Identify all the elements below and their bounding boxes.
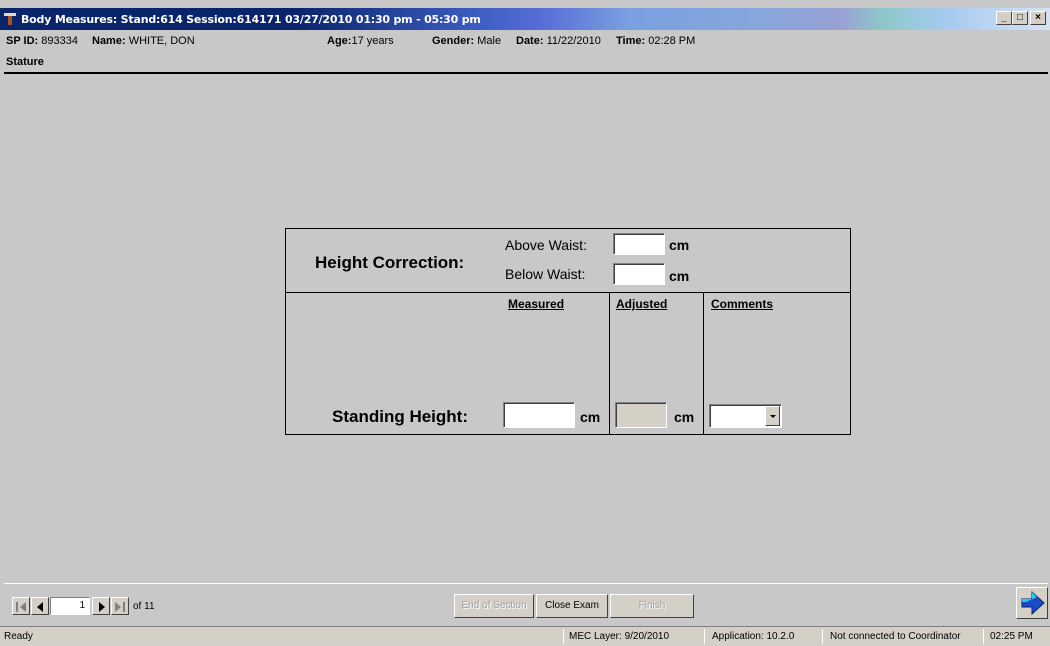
date-label: Date: xyxy=(516,35,544,47)
status-mec-layer: MEC Layer: 9/20/2010 xyxy=(569,631,670,642)
below-waist-label: Below Waist: xyxy=(505,266,586,282)
app-window: Body Measures: Stand:614 Session:614171 … xyxy=(0,0,1050,646)
title-bar[interactable]: Body Measures: Stand:614 Session:614171 … xyxy=(0,8,1050,30)
age-label: Age: xyxy=(327,35,352,47)
form-divider xyxy=(286,292,850,293)
section-title: Stature xyxy=(6,56,44,68)
height-correction-label: Height Correction: xyxy=(315,253,465,272)
comments-column-header: Comments xyxy=(711,297,774,311)
standing-height-label: Standing Height: xyxy=(332,407,468,426)
arrow-right-icon xyxy=(1021,590,1045,616)
chevron-down-icon[interactable] xyxy=(765,406,780,426)
section-divider xyxy=(4,72,1048,74)
below-waist-unit: cm xyxy=(669,268,690,284)
spid-label: SP ID: xyxy=(6,35,39,47)
end-of-section-button[interactable]: End of Section xyxy=(454,594,534,618)
last-page-button[interactable] xyxy=(111,597,129,615)
first-page-button[interactable] xyxy=(12,597,30,615)
measured-column-header: Measured xyxy=(508,297,565,311)
maximize-button[interactable]: □ xyxy=(1012,11,1028,25)
window-controls: _ □ × xyxy=(996,11,1046,25)
comments-dropdown[interactable] xyxy=(709,404,782,428)
column-divider-measured xyxy=(609,293,610,435)
status-application: Application: 10.2.0 xyxy=(712,631,795,642)
status-coordinator: Not connected to Coordinator xyxy=(830,631,961,642)
status-clock: 02:25 PM xyxy=(990,631,1033,642)
window-title: Body Measures: Stand:614 Session:614171 … xyxy=(21,12,481,26)
name-value: WHITE, DON xyxy=(128,35,195,47)
above-waist-unit: cm xyxy=(669,237,690,253)
adjusted-column-header: Adjusted xyxy=(616,297,668,311)
stature-form: Height Correction: Above Waist: cm Below… xyxy=(285,228,851,435)
time-label: Time: xyxy=(616,35,646,47)
date-value: 11/22/2010 xyxy=(546,35,601,47)
app-icon xyxy=(3,12,17,26)
gender-value: Male xyxy=(477,35,502,47)
status-ready: Ready xyxy=(4,631,33,642)
standing-height-measured-input[interactable] xyxy=(503,402,575,428)
minimize-button[interactable]: _ xyxy=(996,11,1012,25)
bottom-divider xyxy=(4,583,1048,584)
status-bar: Ready MEC Layer: 9/20/2010 Application: … xyxy=(0,626,1050,646)
previous-page-button[interactable] xyxy=(31,597,49,615)
age-value: 17 years xyxy=(351,35,394,47)
standing-height-adjusted-input xyxy=(615,402,667,428)
above-waist-label: Above Waist: xyxy=(505,237,587,253)
close-button[interactable]: × xyxy=(1030,11,1046,25)
next-page-button[interactable] xyxy=(92,597,110,615)
column-divider-adjusted xyxy=(703,293,704,435)
spid-value: 893334 xyxy=(41,35,78,47)
participant-info: SP ID: 893334 Name: WHITE, DON Age:17 ye… xyxy=(6,32,1046,50)
time-value: 02:28 PM xyxy=(648,35,696,47)
page-count-label: of 11 xyxy=(133,600,155,612)
page-number-input[interactable]: 1 xyxy=(50,597,90,615)
name-label: Name: xyxy=(92,35,126,47)
measured-unit: cm xyxy=(580,409,601,425)
page-navigator: 1 of 11 xyxy=(12,596,155,616)
above-waist-input[interactable] xyxy=(613,233,665,255)
gender-label: Gender: xyxy=(432,35,475,47)
finish-button[interactable]: Finish xyxy=(610,594,694,618)
next-section-button[interactable] xyxy=(1016,587,1048,619)
below-waist-input[interactable] xyxy=(613,263,665,285)
adjusted-unit: cm xyxy=(674,409,695,425)
close-exam-button[interactable]: Close Exam xyxy=(536,594,608,618)
